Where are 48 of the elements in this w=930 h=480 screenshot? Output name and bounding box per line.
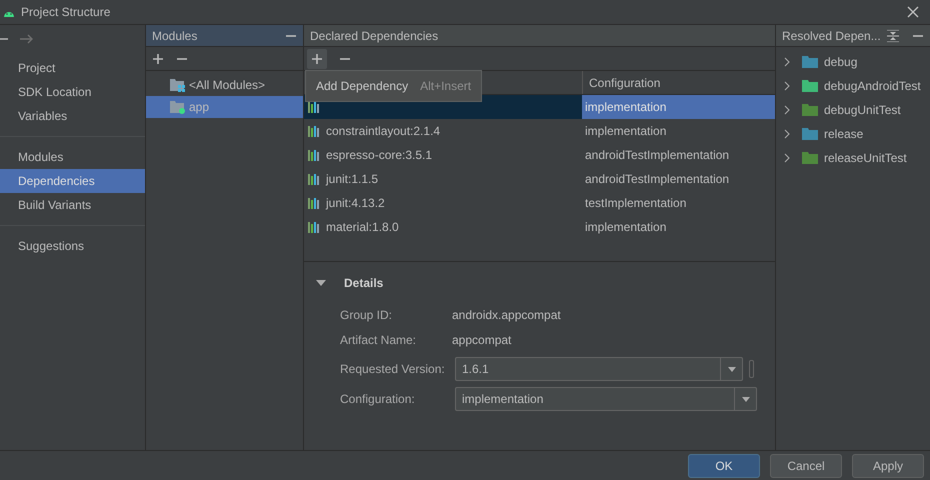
- table-cell-text: junit:4.13.2: [326, 195, 385, 212]
- field-value: androidx.appcompat: [452, 307, 561, 324]
- tree-item[interactable]: release: [776, 122, 930, 146]
- field-value: appcompat: [452, 332, 512, 349]
- panel-title: Modules: [152, 28, 198, 44]
- module-item[interactable]: <All Modules>: [146, 74, 303, 96]
- table-row[interactable]: constraintlayout:2.1.4 implementation: [304, 119, 775, 143]
- table-cell-text: implementation: [585, 123, 666, 140]
- dialog-button[interactable]: OK: [688, 454, 760, 478]
- sidebar-item[interactable]: Project: [0, 56, 145, 80]
- table-cell-text: constraintlayout:2.1.4: [326, 123, 440, 140]
- table-cell-text: espresso-core:3.5.1: [326, 147, 432, 164]
- sidebar-item[interactable]: Modules: [0, 145, 145, 169]
- tree-item[interactable]: releaseUnitTest: [776, 146, 930, 170]
- dialog-button[interactable]: Apply: [852, 454, 924, 478]
- shortcut-text: Alt+Insert: [420, 78, 472, 95]
- table-cell-text: implementation: [585, 99, 666, 116]
- tree-item[interactable]: debugAndroidTest: [776, 74, 930, 98]
- tree-item[interactable]: debug: [776, 50, 930, 74]
- table-cell-text: junit:1.1.5: [326, 171, 378, 188]
- panel-title: Declared Dependencies: [310, 28, 438, 44]
- tree-item[interactable]: debugUnitTest: [776, 98, 930, 122]
- section-title: Details: [344, 275, 384, 292]
- sidebar-item[interactable]: Build Variants: [0, 193, 145, 217]
- sidebar-item[interactable]: Dependencies: [0, 169, 145, 193]
- table-cell-text: testImplementation: [585, 195, 686, 212]
- field-label: Group ID:: [340, 307, 394, 324]
- table-row[interactable]: material:1.8.0 implementation: [304, 215, 775, 239]
- field-label: Requested Version:: [340, 361, 446, 378]
- window-title: Project Structure: [21, 4, 112, 21]
- table-row[interactable]: espresso-core:3.5.1 androidTestImplementation: [304, 143, 775, 167]
- tooltip-text: Add Dependency: [316, 78, 408, 95]
- table-cell-text: implementation: [585, 219, 666, 236]
- column-header: Configuration: [588, 74, 660, 92]
- table-cell-text: androidTestImplementation: [585, 147, 730, 164]
- field-label: Artifact Name:: [340, 332, 418, 349]
- dialog-button[interactable]: Cancel: [770, 454, 842, 478]
- sidebar-item[interactable]: Variables: [0, 104, 145, 128]
- table-row[interactable]: junit:1.1.5 androidTestImplementation: [304, 167, 775, 191]
- sidebar-item[interactable]: SDK Location: [0, 80, 145, 104]
- table-row[interactable]: junit:4.13.2 testImplementation: [304, 191, 775, 215]
- dropdown-field[interactable]: 1.6.1: [455, 357, 743, 381]
- panel-title: Resolved Depen...: [782, 28, 881, 44]
- dropdown-field[interactable]: implementation: [455, 387, 757, 411]
- field-label: Configuration:: [340, 391, 416, 408]
- table-cell-text: androidTestImplementation: [585, 171, 730, 188]
- table-cell-text: material:1.8.0: [326, 219, 399, 236]
- sidebar-item[interactable]: Suggestions: [0, 234, 145, 258]
